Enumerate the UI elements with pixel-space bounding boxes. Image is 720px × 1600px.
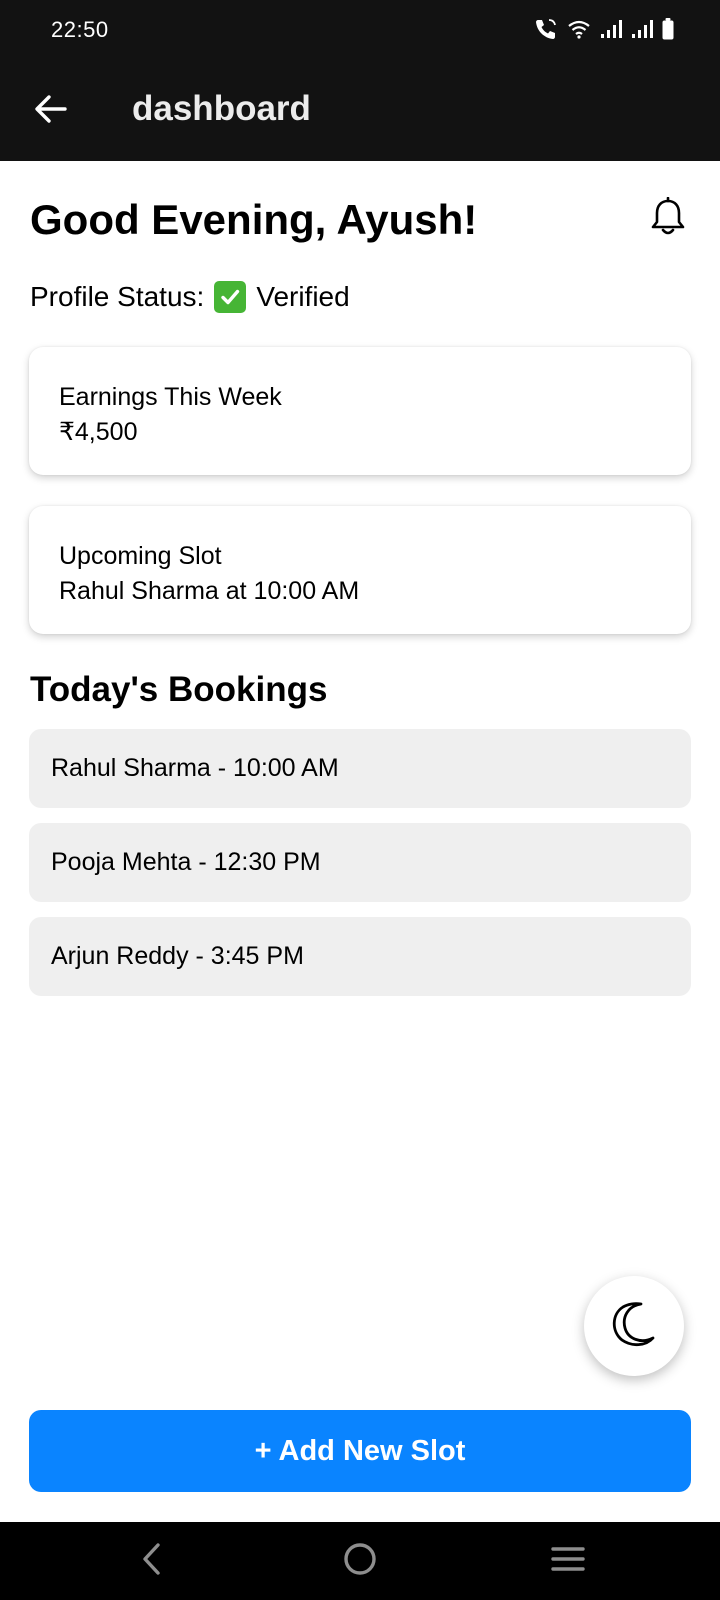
booking-item[interactable]: Arjun Reddy - 3:45 PM [29,917,691,996]
add-new-slot-button[interactable]: + Add New Slot [29,1410,691,1492]
back-button[interactable] [28,88,74,134]
wifi-icon [567,19,591,39]
profile-status: Profile Status: Verified [30,281,350,313]
profile-status-label: Profile Status: [30,281,205,312]
arrow-left-icon [34,94,68,129]
notifications-button[interactable] [646,196,690,242]
signal-icon [631,19,653,39]
home-icon [342,1541,378,1582]
earnings-card: Earnings This Week ₹4,500 [29,347,691,475]
booking-item[interactable]: Pooja Mehta - 12:30 PM [29,823,691,902]
theme-toggle-button[interactable] [584,1276,684,1376]
status-bar: 22:50 [0,0,720,60]
booking-text: Pooja Mehta - 12:30 PM [51,848,321,876]
booking-text: Rahul Sharma - 10:00 AM [51,754,339,782]
moon-icon [608,1298,660,1355]
bookings-title: Today's Bookings [30,670,328,709]
nav-back-icon [140,1542,164,1581]
bell-icon [650,196,686,242]
status-time: 22:50 [51,17,109,42]
system-recents-button[interactable] [540,1536,596,1586]
profile-status-value: Verified [256,281,350,312]
upcoming-slot-value: Rahul Sharma at 10:00 AM [59,577,360,605]
earnings-value: ₹4,500 [59,418,138,446]
battery-icon [662,18,674,40]
recents-icon [550,1544,586,1579]
system-nav-bar [0,1522,720,1600]
earnings-label: Earnings This Week [59,383,282,411]
app-bar: dashboard [0,60,720,161]
system-back-button[interactable] [124,1536,180,1586]
call-icon [534,18,558,40]
signal-icon [600,19,622,39]
system-home-button[interactable] [332,1536,388,1586]
upcoming-slot-label: Upcoming Slot [59,542,222,570]
check-mark-button-icon [214,281,247,313]
booking-text: Arjun Reddy - 3:45 PM [51,942,304,970]
upcoming-slot-card: Upcoming Slot Rahul Sharma at 10:00 AM [29,506,691,634]
booking-item[interactable]: Rahul Sharma - 10:00 AM [29,729,691,808]
status-icons [534,16,674,42]
greeting-title: Good Evening, Ayush! [30,196,478,243]
app-title: dashboard [132,89,311,128]
